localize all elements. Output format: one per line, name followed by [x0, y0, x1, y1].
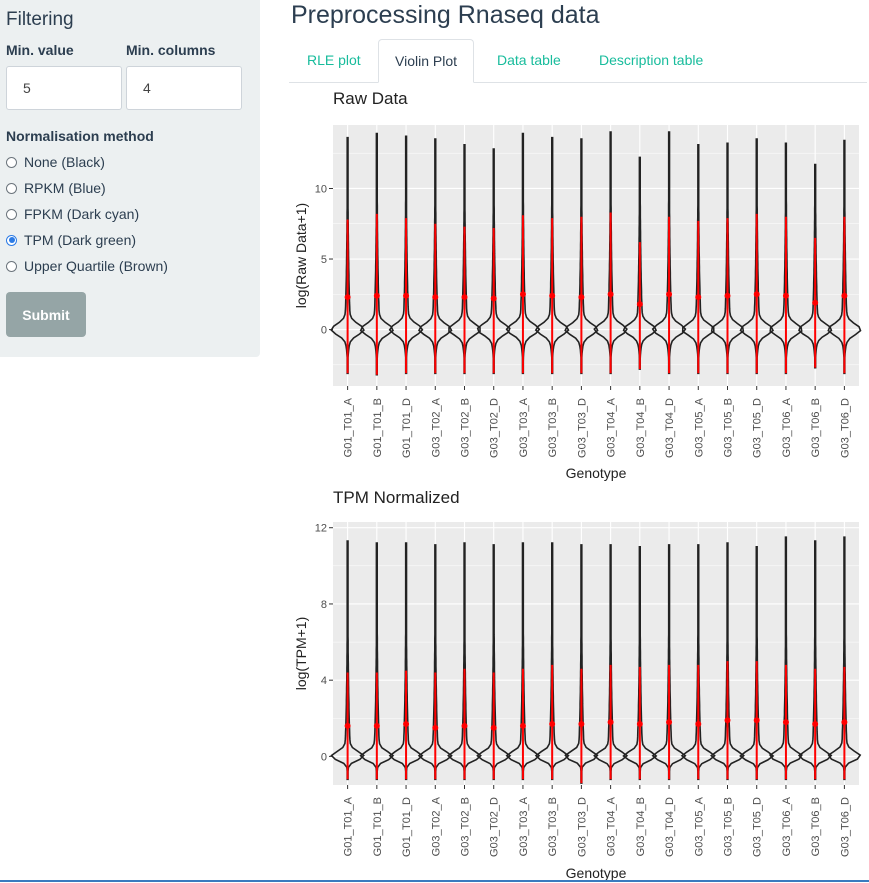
mean-point: [695, 294, 702, 301]
x-tick-label: G03_T03_B: [547, 797, 559, 856]
mean-point: [519, 291, 526, 298]
y-tick-label: 10: [315, 183, 327, 195]
x-tick-label: G03_T05_B: [723, 797, 735, 856]
mean-point: [549, 292, 556, 299]
y-tick-label: 0: [321, 751, 327, 763]
mean-point: [519, 722, 526, 729]
mean-point: [636, 301, 643, 308]
y-tick-label: 5: [321, 254, 327, 266]
x-tick-label: G01_T01_B: [372, 797, 384, 856]
y-axis-label: log(TPM+1): [293, 617, 309, 691]
mean-point: [373, 292, 380, 299]
x-tick-label: G03_T03_B: [547, 398, 559, 457]
x-tick-label: G01_T01_D: [401, 398, 413, 458]
plot-panel: [333, 522, 859, 785]
x-tick-label: G03_T02_B: [460, 398, 472, 457]
x-tick-label: G03_T06_A: [781, 397, 793, 457]
mean-point: [490, 295, 497, 302]
x-tick-label: G03_T05_A: [693, 397, 705, 457]
chart-title: Raw Data: [333, 89, 408, 108]
mean-point: [695, 721, 702, 728]
mean-point: [607, 291, 614, 298]
x-tick-label: G03_T04_A: [606, 796, 618, 856]
mean-point: [461, 294, 468, 301]
x-tick-label: G03_T03_A: [518, 796, 530, 856]
x-tick-label: G03_T02_D: [489, 797, 501, 857]
mean-point: [724, 717, 731, 724]
x-tick-label: G03_T02_B: [460, 797, 472, 856]
mean-point: [373, 722, 380, 729]
x-tick-label: G01_T01_A: [343, 397, 355, 457]
x-tick-label: G03_T02_A: [430, 796, 442, 856]
mean-point: [753, 717, 760, 724]
bottom-rule: [0, 880, 869, 882]
y-axis-label: log(Raw Data+1): [293, 203, 309, 308]
mean-point: [666, 719, 673, 726]
y-tick-label: 8: [321, 599, 327, 611]
x-tick-label: G03_T06_B: [810, 398, 822, 457]
x-tick-label: G03_T06_B: [810, 797, 822, 856]
mean-point: [841, 719, 848, 726]
y-tick-label: 12: [315, 523, 327, 535]
x-tick-label: G01_T01_A: [343, 796, 355, 856]
x-tick-label: G03_T04_D: [664, 398, 676, 458]
x-axis-label: Genotype: [566, 865, 627, 881]
x-tick-label: G03_T06_D: [839, 398, 851, 458]
x-tick-label: G03_T06_D: [839, 797, 851, 857]
x-tick-label: G03_T04_B: [635, 398, 647, 457]
x-axis-label: Genotype: [566, 465, 627, 481]
mean-point: [578, 721, 585, 728]
mean-point: [812, 299, 819, 306]
plot-panel: [333, 125, 859, 386]
y-tick-label: 4: [321, 675, 327, 687]
mean-point: [344, 294, 351, 301]
mean-point: [549, 721, 556, 728]
mean-point: [490, 724, 497, 731]
mean-point: [636, 721, 643, 728]
violin-chart-1: Raw Data 0 5 10 log(Raw Data+1) G01_T01_A G01_…: [293, 89, 862, 481]
x-tick-label: G03_T05_D: [752, 797, 764, 857]
mean-point: [432, 294, 439, 301]
mean-point: [432, 724, 439, 731]
mean-point: [403, 721, 410, 728]
mean-point: [782, 292, 789, 299]
x-tick-label: G01_T01_B: [372, 398, 384, 457]
mean-point: [344, 722, 351, 729]
x-tick-label: G03_T05_B: [723, 398, 735, 457]
x-tick-label: G03_T06_A: [781, 796, 793, 856]
x-tick-label: G03_T03_D: [576, 398, 588, 458]
mean-point: [753, 291, 760, 298]
violin-chart-2: TPM Normalized 0 4 8 12 log(TPM+1) G01_T01_A G0…: [293, 488, 862, 881]
mean-point: [812, 721, 819, 728]
y-tick-label: 0: [321, 325, 327, 337]
x-tick-label: G03_T04_D: [664, 797, 676, 857]
x-tick-label: G03_T04_A: [606, 397, 618, 457]
mean-point: [782, 719, 789, 726]
mean-point: [403, 292, 410, 299]
mean-point: [461, 722, 468, 729]
violin-charts: Raw Data 0 5 10 log(Raw Data+1) G01_T01_A G01_…: [293, 89, 862, 881]
x-tick-label: G03_T02_D: [489, 398, 501, 458]
x-tick-label: G03_T05_D: [752, 398, 764, 458]
x-tick-label: G03_T04_B: [635, 797, 647, 856]
mean-point: [841, 292, 848, 299]
x-tick-label: G03_T03_A: [518, 397, 530, 457]
mean-point: [607, 719, 614, 726]
x-tick-label: G03_T02_A: [430, 397, 442, 457]
x-tick-label: G03_T03_D: [576, 797, 588, 857]
x-tick-label: G03_T05_A: [693, 796, 705, 856]
mean-point: [666, 291, 673, 298]
chart-title: TPM Normalized: [333, 488, 460, 507]
x-tick-label: G01_T01_D: [401, 797, 413, 857]
mean-point: [724, 292, 731, 299]
mean-point: [578, 294, 585, 301]
